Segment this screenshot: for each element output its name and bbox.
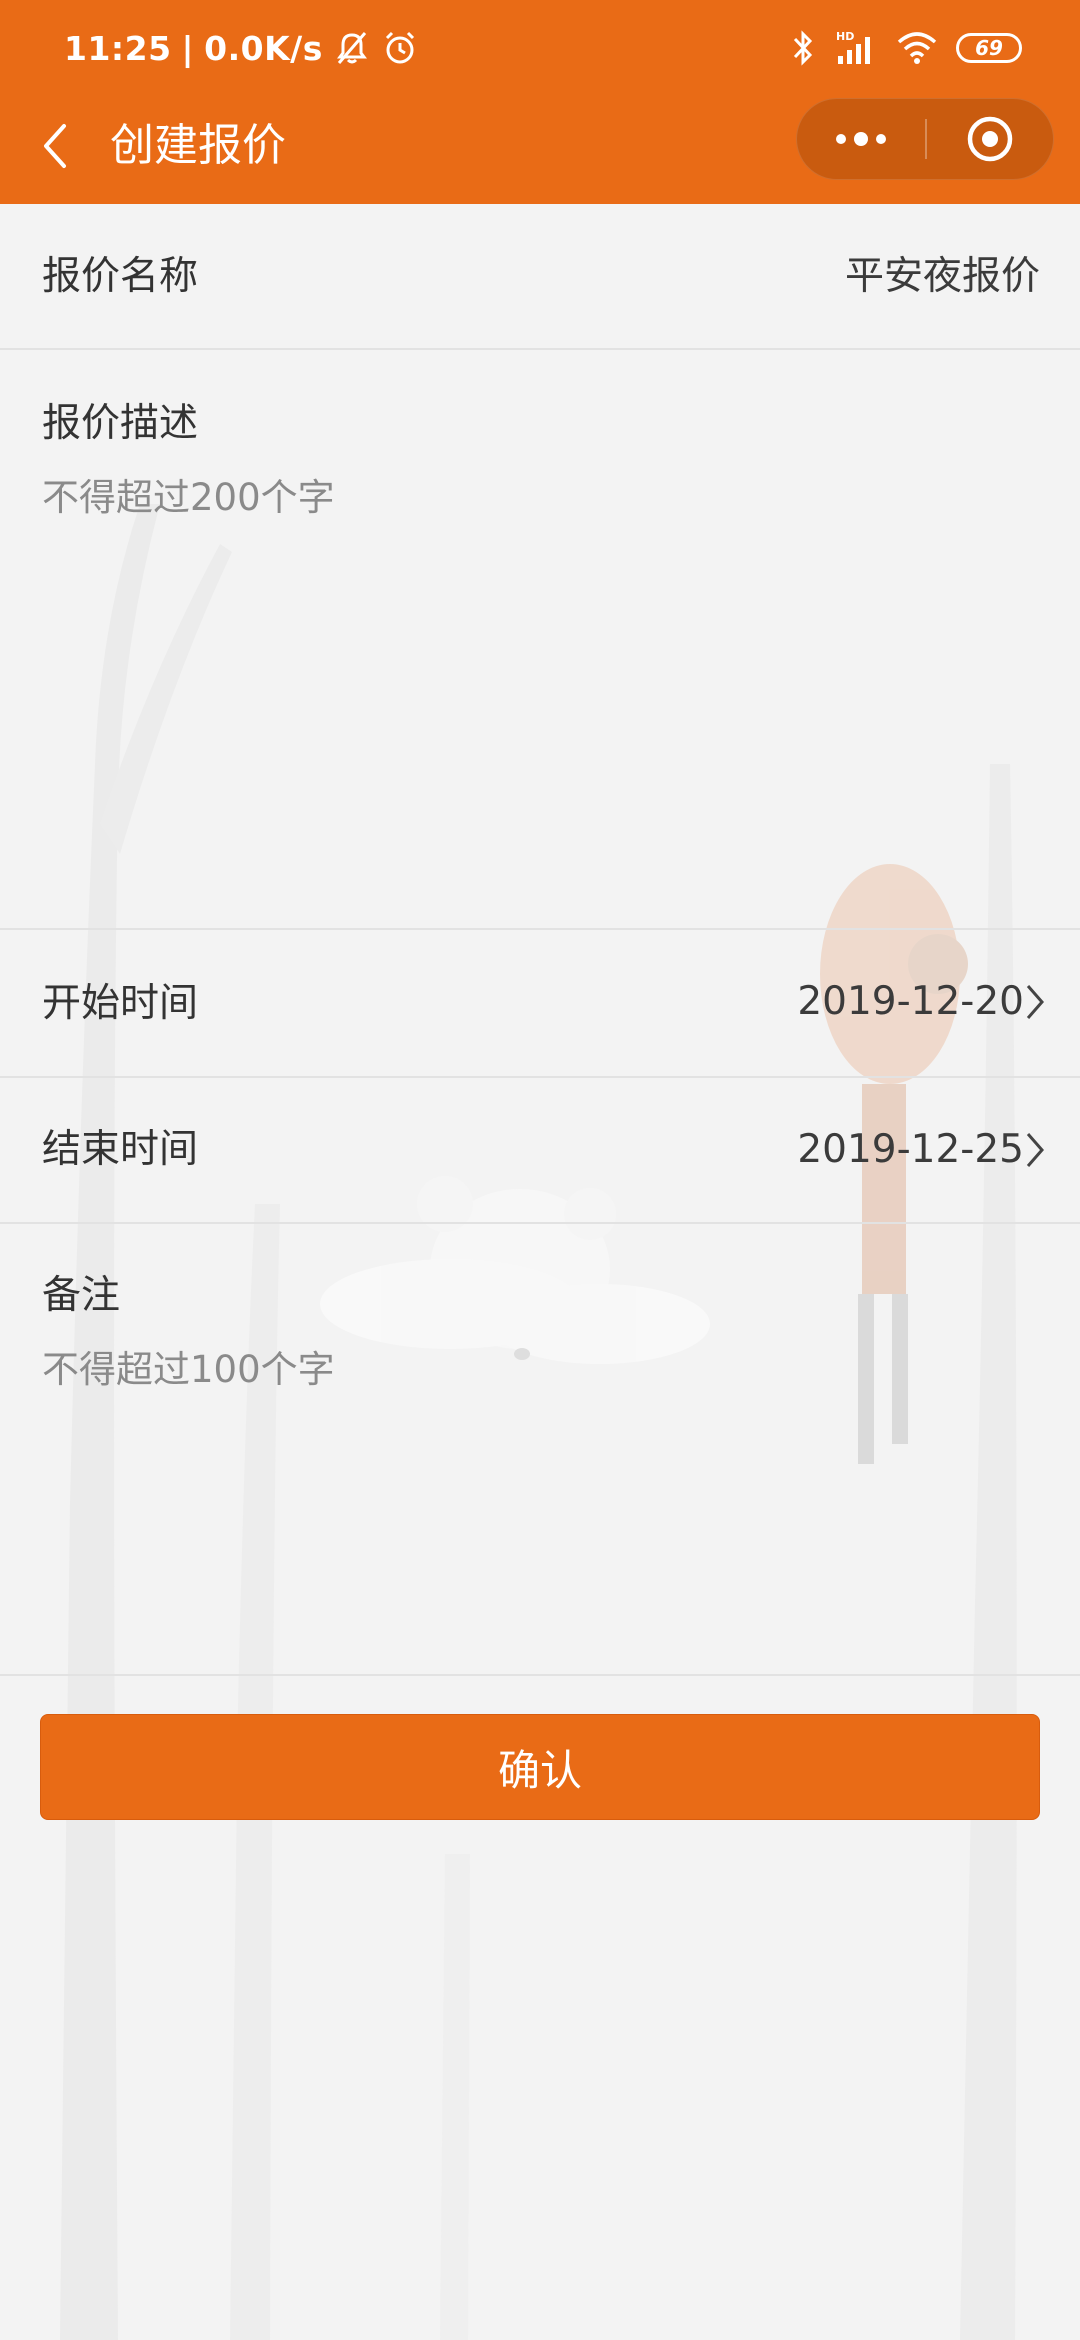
- title-bar: 创建报价: [0, 96, 1080, 204]
- close-target-icon: [967, 116, 1013, 162]
- bell-off-icon: [333, 29, 371, 67]
- quote-name-row[interactable]: 报价名称 平安夜报价: [0, 204, 1080, 350]
- quote-description-row: 报价描述 不得超过200个字: [0, 350, 1080, 930]
- start-time-value[interactable]: 2019-12-20: [797, 974, 1024, 1030]
- remarks-label: 备注: [42, 1273, 121, 1318]
- svg-text:HD: HD: [836, 30, 854, 43]
- status-right: HD 69: [790, 24, 1022, 72]
- confirm-button[interactable]: 确认: [40, 1714, 1040, 1820]
- status-time: 11:25: [64, 28, 172, 68]
- close-mini-program-button[interactable]: [927, 99, 1053, 179]
- back-button[interactable]: [30, 116, 80, 176]
- quote-description-textarea[interactable]: 不得超过200个字: [42, 470, 335, 526]
- start-time-row[interactable]: 开始时间 2019-12-20: [0, 930, 1080, 1078]
- alarm-clock-icon: [381, 29, 419, 67]
- status-bar: 11:25 | 0.0K/s HD 69: [0, 0, 1080, 96]
- start-time-label: 开始时间: [42, 981, 199, 1026]
- mini-program-capsule: [796, 98, 1054, 180]
- network-speed: 0.0K/s: [204, 28, 323, 68]
- quote-name-label: 报价名称: [42, 254, 199, 299]
- remarks-textarea[interactable]: 不得超过100个字: [42, 1342, 335, 1398]
- battery-level: 69: [975, 36, 1003, 60]
- quote-description-label: 报价描述: [42, 401, 199, 446]
- app-header: 11:25 | 0.0K/s HD 69 创建报价: [0, 0, 1080, 204]
- page-title: 创建报价: [110, 120, 286, 171]
- chevron-right-icon: [1026, 985, 1044, 1019]
- bluetooth-icon: [790, 28, 816, 68]
- status-left: 11:25 | 0.0K/s: [64, 24, 419, 72]
- end-time-row[interactable]: 结束时间 2019-12-25: [0, 1078, 1080, 1224]
- chevron-left-icon: [44, 124, 66, 168]
- more-dots-icon: [836, 132, 886, 146]
- status-separator: |: [181, 28, 195, 68]
- quote-name-input[interactable]: 平安夜报价: [845, 249, 1040, 305]
- more-button[interactable]: [797, 99, 925, 179]
- chevron-right-icon: [1026, 1133, 1044, 1167]
- remarks-row: 备注 不得超过100个字: [0, 1224, 1080, 1676]
- end-time-value[interactable]: 2019-12-25: [797, 1122, 1024, 1178]
- end-time-label: 结束时间: [42, 1127, 199, 1172]
- hd-signal-icon: HD: [834, 28, 878, 68]
- battery-indicator: 69: [956, 33, 1022, 63]
- wifi-icon: [896, 30, 938, 66]
